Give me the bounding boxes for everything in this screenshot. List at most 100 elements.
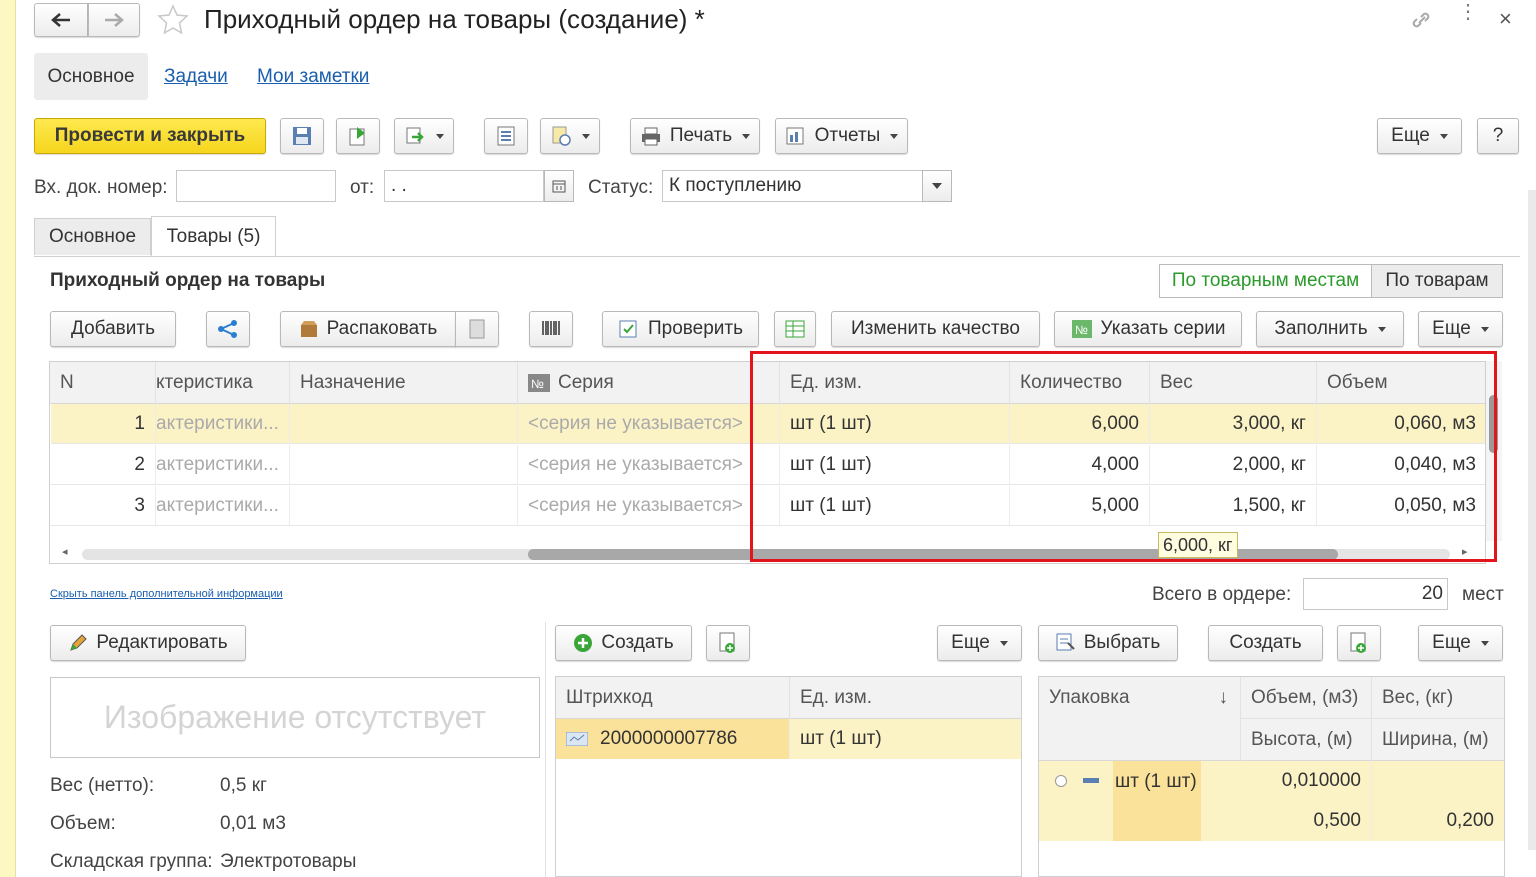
row-characteristic: актеристики...: [156, 404, 290, 444]
print-button[interactable]: Печать: [630, 118, 760, 154]
scroll-left-icon[interactable]: ◂: [62, 545, 68, 558]
nav-tab-notes[interactable]: Мои заметки: [257, 66, 369, 88]
col-series[interactable]: № Серия: [518, 362, 780, 404]
tab-main[interactable]: Основное: [34, 218, 151, 255]
pack-create-button[interactable]: Создать: [1208, 625, 1323, 661]
number-sign-icon: №: [528, 374, 550, 392]
pack-table: Упаковка ↓ Объем, (м3) Вес, (кг) Высота, …: [1038, 676, 1505, 877]
help-button[interactable]: ?: [1477, 118, 1519, 154]
post-button[interactable]: [336, 118, 380, 154]
post-and-close-button[interactable]: Провести и закрыть: [34, 118, 266, 154]
save-button[interactable]: [280, 118, 324, 154]
col-pack[interactable]: Упаковка ↓: [1039, 677, 1241, 761]
row-series: <серия не указывается>: [518, 486, 780, 526]
pack-more-label: Еще: [1432, 632, 1471, 653]
post-document-icon: [349, 127, 365, 146]
box-icon: [300, 321, 317, 337]
nav-tab-tasks[interactable]: Задачи: [164, 66, 228, 88]
more-button[interactable]: Еще: [1377, 118, 1462, 154]
pack-add-doc-button[interactable]: [1337, 625, 1381, 661]
share-button[interactable]: [206, 311, 250, 347]
col-pack-height[interactable]: Высота, (м): [1241, 719, 1372, 761]
row-number: 1: [51, 404, 156, 444]
check-button[interactable]: Проверить: [602, 311, 759, 347]
table-icon: [785, 320, 805, 338]
link-icon[interactable]: [1408, 8, 1434, 32]
change-quality-button[interactable]: Изменить качество: [831, 311, 1040, 347]
col-barcode[interactable]: Штрихкод: [556, 677, 790, 719]
svg-text:№: №: [531, 377, 544, 391]
status-select[interactable]: К поступлению: [662, 170, 924, 202]
barcode-create-button[interactable]: Создать: [555, 625, 692, 661]
date-field[interactable]: . .: [384, 170, 544, 202]
by-cargo-places-toggle[interactable]: По товарным местам: [1159, 264, 1372, 298]
highlight-frame: [750, 351, 1497, 562]
col-characteristic[interactable]: ктеристика: [156, 362, 290, 404]
col-pack-volume[interactable]: Объем, (м3): [1241, 677, 1372, 719]
row-series: <серия не указывается>: [518, 404, 780, 444]
close-icon[interactable]: ×: [1499, 6, 1512, 32]
barcode-add-doc-button[interactable]: [706, 625, 750, 661]
fill-button[interactable]: Заполнить: [1256, 311, 1404, 347]
barcode-more-button[interactable]: Еще: [937, 625, 1022, 661]
reports-button[interactable]: Отчеты: [775, 118, 908, 154]
unpack-button[interactable]: Распаковать: [280, 311, 456, 347]
pack-volume-cell: 0,010000: [1241, 761, 1372, 801]
pack-select-button[interactable]: Выбрать: [1038, 625, 1178, 661]
structure-button[interactable]: [484, 118, 528, 154]
col-purpose[interactable]: Назначение: [290, 362, 518, 404]
table-settings-button[interactable]: [774, 311, 816, 347]
volume-label: Объем:: [50, 813, 116, 834]
total-places-field: 20: [1303, 578, 1448, 610]
col-barcode-unit[interactable]: Ед. изм.: [790, 677, 1021, 719]
col-n[interactable]: N: [50, 362, 156, 404]
status-dropdown-button[interactable]: [922, 170, 952, 202]
create-based-on-button[interactable]: [394, 118, 454, 154]
svg-text:№: №: [1075, 323, 1088, 337]
nav-tab-main[interactable]: Основное: [34, 53, 148, 100]
sort-down-icon[interactable]: ↓: [1219, 687, 1229, 709]
col-pack-width[interactable]: Ширина, (м): [1372, 719, 1504, 761]
create-based-icon: [406, 127, 424, 144]
barcode-tag-icon: [566, 732, 588, 746]
page-scrollbar[interactable]: [1528, 190, 1536, 850]
goods-more-label: Еще: [1432, 318, 1471, 339]
barcode-more-label: Еще: [951, 632, 990, 653]
col-pack-weight[interactable]: Вес, (кг): [1372, 677, 1504, 719]
help-label: ?: [1492, 125, 1504, 146]
pack-create-label: Создать: [1229, 632, 1302, 653]
by-goods-toggle[interactable]: По товарам: [1371, 264, 1503, 298]
chevron-down-icon: [932, 183, 942, 189]
barcode-unit-cell: шт (1 шт): [800, 728, 882, 749]
reports-label: Отчеты: [814, 125, 881, 146]
left-accent-bar: [0, 0, 16, 877]
set-series-label: Указать серии: [1100, 318, 1226, 339]
back-button[interactable]: [34, 3, 88, 37]
barcode-row[interactable]: 2000000007786 шт (1 шт): [556, 719, 1021, 759]
star-icon[interactable]: [156, 3, 190, 37]
forward-button[interactable]: [88, 3, 140, 37]
related-docs-button[interactable]: [540, 118, 600, 154]
pack-radio[interactable]: [1055, 775, 1067, 787]
add-document-icon: [1350, 632, 1366, 653]
pack-row[interactable]: шт (1 шт) 0,010000 0,500 0,200: [1039, 761, 1504, 841]
barcode-cell: 2000000007786: [556, 719, 790, 759]
barcode-scan-button[interactable]: [529, 311, 573, 347]
unpack-list-button[interactable]: [455, 311, 499, 347]
set-series-button[interactable]: № Указать серии: [1054, 311, 1242, 347]
document-clock-icon: [552, 126, 571, 146]
more-vertical-icon[interactable]: ⋮: [1458, 2, 1478, 22]
pack-select-label: Выбрать: [1083, 632, 1161, 653]
tab-goods[interactable]: Товары (5): [151, 216, 276, 257]
add-button[interactable]: Добавить: [50, 311, 176, 347]
edit-button[interactable]: Редактировать: [50, 625, 246, 661]
goods-more-button[interactable]: Еще: [1418, 311, 1503, 347]
calendar-icon: [552, 180, 566, 193]
barcode-value: 2000000007786: [600, 728, 738, 749]
calendar-button[interactable]: [544, 170, 574, 202]
list-document-icon: [497, 126, 515, 146]
nav-tab-main-label: Основное: [47, 65, 135, 87]
pack-more-button[interactable]: Еще: [1418, 625, 1503, 661]
incoming-number-field[interactable]: [176, 170, 336, 202]
hide-panel-link[interactable]: Скрыть панель дополнительной информации: [50, 588, 283, 600]
